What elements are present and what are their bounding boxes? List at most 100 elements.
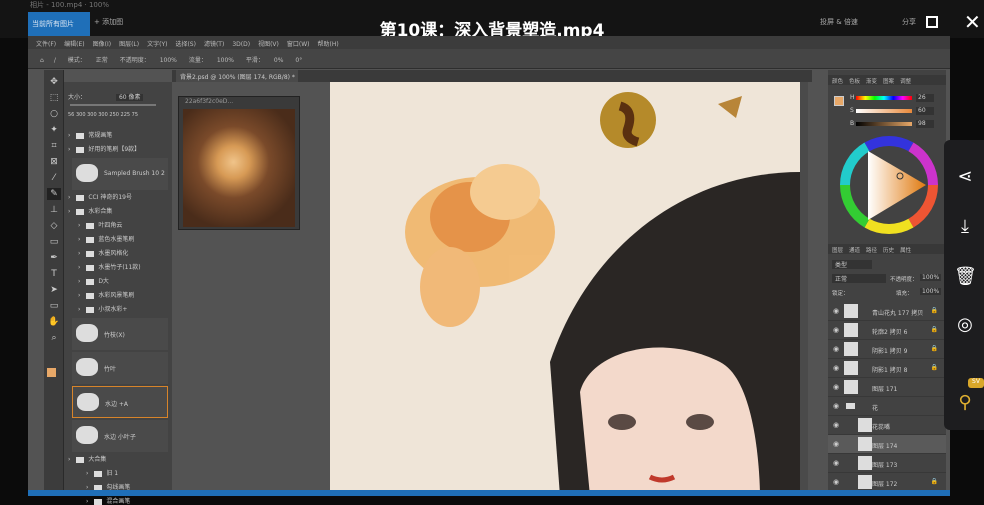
size-slider[interactable] xyxy=(70,104,156,106)
eye-icon[interactable]: ◉ xyxy=(833,459,839,467)
layer-row[interactable]: ◉ 图层 174 xyxy=(828,435,946,454)
close-icon[interactable]: ✕ xyxy=(964,10,981,34)
brush-folder[interactable]: › 水墨竹子(11款) xyxy=(64,262,168,271)
menu-help[interactable]: 帮助(H) xyxy=(318,41,339,48)
layer-row[interactable]: ◉ 花 xyxy=(828,397,946,416)
smooth-input[interactable]: 0% xyxy=(274,57,284,64)
brush-folder[interactable]: › 水墨风格化 xyxy=(64,248,168,257)
brush-preset[interactable]: 水边 小叶子 xyxy=(72,420,168,452)
layer-row[interactable]: ◉ 花蕊嘴 xyxy=(828,416,946,435)
layer-row[interactable]: ◉ 阴影1 拷贝 9 🔒 xyxy=(828,340,946,359)
maximize-icon[interactable] xyxy=(926,16,938,28)
brush-preset[interactable]: 竹枝(X) xyxy=(72,318,168,350)
brush-preset[interactable]: Sampled Brush 10 2 xyxy=(72,158,168,190)
eye-icon[interactable]: ◉ xyxy=(833,421,839,429)
marquee-tool-icon[interactable]: ⬚ xyxy=(47,92,61,104)
foreground-color-swatch[interactable] xyxy=(47,368,56,377)
layer-row[interactable]: ◉ 青山花丸 177 拷贝 🔒 xyxy=(828,302,946,321)
opacity-input[interactable]: 100% xyxy=(160,57,177,64)
canvas[interactable] xyxy=(330,82,800,496)
eye-icon[interactable]: ◉ xyxy=(833,345,839,353)
document-tab[interactable]: 背景2.psd @ 100% (图层 174, RGB/8) * xyxy=(176,70,298,82)
brush-folder[interactable]: › 水彩合集 xyxy=(64,206,168,215)
brush-folder[interactable]: › 好用的笔刷【9款】 xyxy=(64,144,168,153)
menu-3d[interactable]: 3D(D) xyxy=(232,41,250,48)
menu-select[interactable]: 选择(S) xyxy=(175,41,196,48)
brush-folder[interactable]: › 旧 1 xyxy=(64,468,168,477)
color-wheel[interactable] xyxy=(838,134,940,236)
brightness-value[interactable]: 98 xyxy=(916,120,934,128)
preset[interactable]: 225 xyxy=(121,112,131,118)
tab-gradients[interactable]: 渐变 xyxy=(866,79,877,85)
preset[interactable]: 75 xyxy=(132,112,138,118)
share-button[interactable]: 分享 xyxy=(902,17,916,27)
tab-paths[interactable]: 路径 xyxy=(866,248,877,254)
magic-wand-icon[interactable]: ✦ xyxy=(47,124,61,136)
eye-icon[interactable]: ◉ xyxy=(833,364,839,372)
foreground-color[interactable] xyxy=(834,96,844,106)
menu-view[interactable]: 视图(V) xyxy=(258,41,279,48)
hue-slider[interactable] xyxy=(856,96,912,100)
eye-icon[interactable]: ◉ xyxy=(833,478,839,486)
eraser-icon[interactable]: ◇ xyxy=(47,220,61,232)
layer-row[interactable]: ◉ 轮廓2 拷贝 6 🔒 xyxy=(828,321,946,340)
brush-folder[interactable]: › 蓝色水墨笔刷 xyxy=(64,234,168,243)
download-icon[interactable]: ⤓ xyxy=(954,216,976,238)
brush-folder[interactable]: › 叶四角云 xyxy=(64,220,168,229)
gradient-icon[interactable]: ▭ xyxy=(47,236,61,248)
preset[interactable]: 250 xyxy=(109,112,119,118)
menu-edit[interactable]: 编辑(E) xyxy=(64,41,84,48)
mode-select[interactable]: 正常 xyxy=(96,57,108,64)
brush-folder[interactable]: › 混合画笔 xyxy=(64,496,168,505)
fill-input[interactable]: 100% xyxy=(920,288,942,295)
preset[interactable]: 56 xyxy=(68,112,74,118)
blend-mode-select[interactable]: 正常 xyxy=(832,274,886,283)
brush-folder[interactable]: › 大合集 xyxy=(64,454,168,463)
share-icon[interactable]: ⋖ xyxy=(954,166,976,188)
canvas-scrollbar[interactable] xyxy=(800,82,808,496)
eye-icon[interactable]: ◉ xyxy=(833,440,839,448)
stamp-tool-icon[interactable]: ⊥ xyxy=(47,204,61,216)
pin-icon[interactable]: ⚲ xyxy=(954,392,976,414)
tab-patterns[interactable]: 图案 xyxy=(883,79,894,85)
tab-swatches[interactable]: 色板 xyxy=(849,79,860,85)
hand-tool-icon[interactable]: ✋ xyxy=(47,316,61,328)
tab-color[interactable]: 颜色 xyxy=(832,79,843,85)
crop-tool-icon[interactable]: ⌗ xyxy=(47,140,61,152)
menu-filter[interactable]: 滤镜(T) xyxy=(204,41,224,48)
brush-folder[interactable]: › 常规画笔 xyxy=(64,130,168,139)
tab-layers[interactable]: 图层 xyxy=(832,248,843,254)
eyedropper-icon[interactable]: ⁄ xyxy=(47,172,61,184)
layer-row[interactable]: ◉ 阴影1 拷贝 8 🔒 xyxy=(828,359,946,378)
eye-icon[interactable]: ◉ xyxy=(833,307,839,315)
layer-opacity-input[interactable]: 100% xyxy=(920,274,942,281)
lasso-tool-icon[interactable]: ○ xyxy=(47,108,61,120)
brightness-slider[interactable] xyxy=(856,122,912,126)
trash-icon[interactable]: 🗑 xyxy=(954,266,977,288)
brush-folder[interactable]: › D大 xyxy=(64,276,168,285)
type-tool-icon[interactable]: T xyxy=(47,268,61,280)
frame-tool-icon[interactable]: ⊠ xyxy=(47,156,61,168)
layer-row[interactable]: ◉ 图层 171 xyxy=(828,378,946,397)
zoom-tool-icon[interactable]: ⌕ xyxy=(47,332,61,344)
saturation-value[interactable]: 60 xyxy=(916,107,934,115)
brush-preset[interactable]: 竹叶 xyxy=(72,352,168,384)
pen-tool-icon[interactable]: ✒ xyxy=(47,252,61,264)
menu-window[interactable]: 窗口(W) xyxy=(287,41,310,48)
brush-folder[interactable]: › 水彩风景笔刷 xyxy=(64,290,168,299)
brush-tool-icon[interactable]: / xyxy=(54,57,56,64)
size-input[interactable]: 60 像素 xyxy=(115,94,144,101)
reference-window[interactable]: 22a6f3f2c0eD... xyxy=(178,96,300,230)
eye-icon[interactable]: ◉ xyxy=(833,383,839,391)
tab-history[interactable]: 历史 xyxy=(883,248,894,254)
preset[interactable]: 300 xyxy=(87,112,97,118)
cast-speed-button[interactable]: 投屏 & 倍速 xyxy=(820,17,858,27)
shape-tool-icon[interactable]: ▭ xyxy=(47,300,61,312)
home-icon[interactable]: ⌂ xyxy=(40,57,44,64)
preset[interactable]: 300 xyxy=(76,112,86,118)
move-tool-icon[interactable]: ✥ xyxy=(47,76,61,88)
hue-value[interactable]: 26 xyxy=(916,94,934,102)
layer-row[interactable]: ◉ 图层 173 xyxy=(828,454,946,473)
flow-input[interactable]: 100% xyxy=(217,57,234,64)
brush-folder[interactable]: › 小叔水彩+ xyxy=(64,304,168,313)
